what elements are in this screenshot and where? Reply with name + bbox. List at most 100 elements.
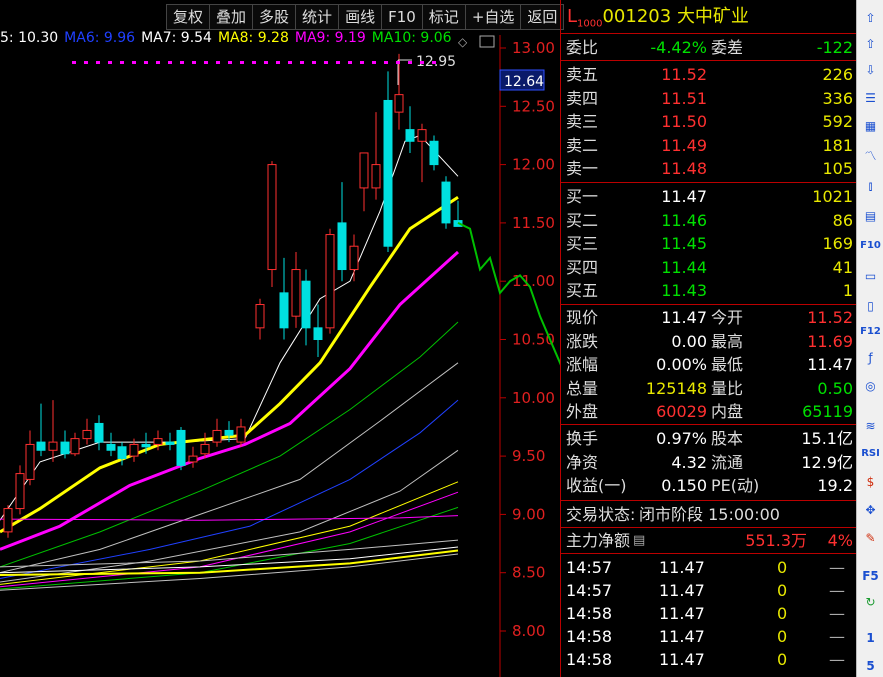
toolbar-button[interactable]: 标记	[421, 4, 466, 30]
sell-row[interactable]: 卖四 11.51 336	[561, 87, 857, 110]
toolbar-button[interactable]: +自选	[464, 4, 522, 30]
side-tool-f12[interactable]: F12	[860, 322, 881, 342]
candle-body	[383, 99, 393, 247]
doc-icon[interactable]: ▤	[860, 206, 881, 226]
toolbar-button[interactable]: 返回	[520, 4, 565, 30]
toolbar-button[interactable]: 复权	[166, 4, 211, 30]
book-icon[interactable]: ▯	[860, 296, 881, 316]
stat-label: 涨跌	[566, 331, 599, 351]
down-arrow-icon[interactable]: ⇩	[860, 60, 881, 80]
kline-chart[interactable]: 13.00 12.50 12.00 11.50 11.00 10.50 10.00 9.50 9…	[0, 0, 560, 677]
legend-dot	[108, 61, 112, 64]
toolbar-button[interactable]: F10	[381, 4, 423, 30]
tick-label: 12.50	[512, 97, 555, 115]
sell-volume: 105	[822, 159, 853, 178]
text-icon[interactable]: ▭	[860, 266, 881, 286]
toolbar-button[interactable]: 多股	[252, 4, 297, 30]
candle-body	[70, 438, 80, 455]
buy-row[interactable]: 买一 11.47 1021	[561, 185, 857, 208]
f-icon[interactable]: ƒ	[860, 348, 881, 368]
legend-dot	[264, 61, 268, 64]
table-icon[interactable]: ▦	[860, 116, 881, 136]
legend-dot	[120, 61, 124, 64]
wave-icon[interactable]: ≋	[860, 416, 881, 436]
sell-row[interactable]: 卖五 11.52 226	[561, 63, 857, 86]
legend-dot	[288, 61, 292, 64]
trade-time: 14:57	[566, 558, 613, 577]
buy-row[interactable]: 买五 11.43 1	[561, 279, 857, 302]
candle-body	[153, 438, 163, 445]
candle-body	[25, 443, 35, 480]
move-icon[interactable]: ✥	[860, 500, 881, 520]
ma-legend: 5: 10.30 MA6: 9.96 MA7: 9.54 MA8: 9.28 MA9: …	[0, 30, 458, 50]
sell-price: 11.50	[661, 112, 707, 131]
toolbar-button[interactable]: 统计	[295, 4, 340, 30]
refresh-icon[interactable]: ↻	[860, 592, 881, 612]
ma-legend-item: MA10: 9.06	[371, 30, 452, 46]
candle-body	[82, 429, 92, 440]
sell-volume: 336	[822, 88, 853, 108]
candle-body	[224, 429, 234, 436]
stat-row: 换手 0.97% 股本 15.1亿	[561, 427, 857, 450]
side-tool-1[interactable]: 1	[860, 628, 881, 648]
sell-row[interactable]: 卖一 11.48 105	[561, 157, 857, 180]
stat-value: 0.00%	[656, 355, 707, 374]
legend-dot	[336, 61, 340, 64]
pencil-icon[interactable]: ✎	[860, 528, 881, 548]
stat-value: 11.47	[807, 355, 853, 374]
up-arrow-icon[interactable]: ⇧	[860, 34, 881, 54]
level-sub: 1000	[577, 18, 603, 30]
trade-price: 11.47	[659, 604, 705, 623]
candle-body	[176, 429, 186, 466]
line-chart-icon[interactable]: 〽	[860, 146, 881, 166]
legend-dot	[420, 61, 424, 64]
stat-value: 11.47	[661, 308, 707, 327]
stat-value: 15.1亿	[801, 429, 853, 448]
tick-label: 12.00	[512, 156, 555, 174]
list-icon[interactable]: ☰	[860, 88, 881, 108]
sell-label: 卖五	[566, 65, 599, 84]
circle-icon[interactable]: ◎	[860, 376, 881, 396]
toolbar-button[interactable]: 画线	[338, 4, 383, 30]
buy-row[interactable]: 买四 11.44 41	[561, 256, 857, 279]
stat-label: 换手	[566, 429, 599, 448]
list-icon[interactable]: ▤	[633, 529, 645, 552]
buy-price: 11.43	[661, 281, 707, 300]
trade-price: 11.47	[659, 558, 705, 577]
divider	[561, 60, 857, 61]
tick-label: 8.50	[512, 564, 545, 582]
candle-icon[interactable]: ⫾	[860, 176, 881, 196]
candle-body	[212, 429, 222, 443]
buy-label: 买四	[566, 257, 599, 277]
dollar-icon[interactable]: $	[860, 472, 881, 492]
candle-body	[117, 446, 127, 459]
buy-price: 11.47	[661, 187, 707, 206]
buy-row[interactable]: 买二 11.46 86	[561, 209, 857, 232]
candle-body	[48, 441, 58, 451]
side-tool-f10[interactable]: F10	[860, 236, 881, 256]
tick-label: 10.00	[512, 389, 555, 407]
side-tool-5[interactable]: 5	[860, 656, 881, 676]
panel-toggle-icon[interactable]	[479, 35, 495, 48]
buy-label: 买二	[566, 210, 599, 230]
stat-row: 外盘 60029 内盘 65119	[561, 400, 857, 423]
side-tool-rsi[interactable]: RSI	[860, 444, 881, 464]
candle-body	[36, 441, 46, 451]
candle-body	[394, 94, 404, 113]
up-arrow-outline-icon[interactable]: ⇧	[860, 8, 881, 28]
sell-row[interactable]: 卖二 11.49 181	[561, 134, 857, 157]
sell-label: 卖二	[566, 135, 599, 155]
sell-price: 11.48	[661, 159, 707, 178]
sell-row[interactable]: 卖三 11.50 592	[561, 110, 857, 133]
ma-line	[0, 539, 459, 568]
stat-value: 0.00	[671, 331, 707, 351]
buy-row[interactable]: 买三 11.45 169	[561, 232, 857, 255]
main-flow-row[interactable]: 主力净额 ▤ 551.3万 4%	[561, 529, 857, 552]
weibi-value: -4.42%	[650, 38, 707, 57]
legend-dot	[96, 61, 100, 64]
stat-value: 12.9亿	[801, 452, 853, 472]
toolbar-button[interactable]: 叠加	[209, 4, 254, 30]
diamond-icon[interactable]: ◇	[458, 35, 468, 49]
stat-value: 125148	[645, 378, 707, 398]
side-tool-f5[interactable]: F5	[860, 566, 881, 586]
